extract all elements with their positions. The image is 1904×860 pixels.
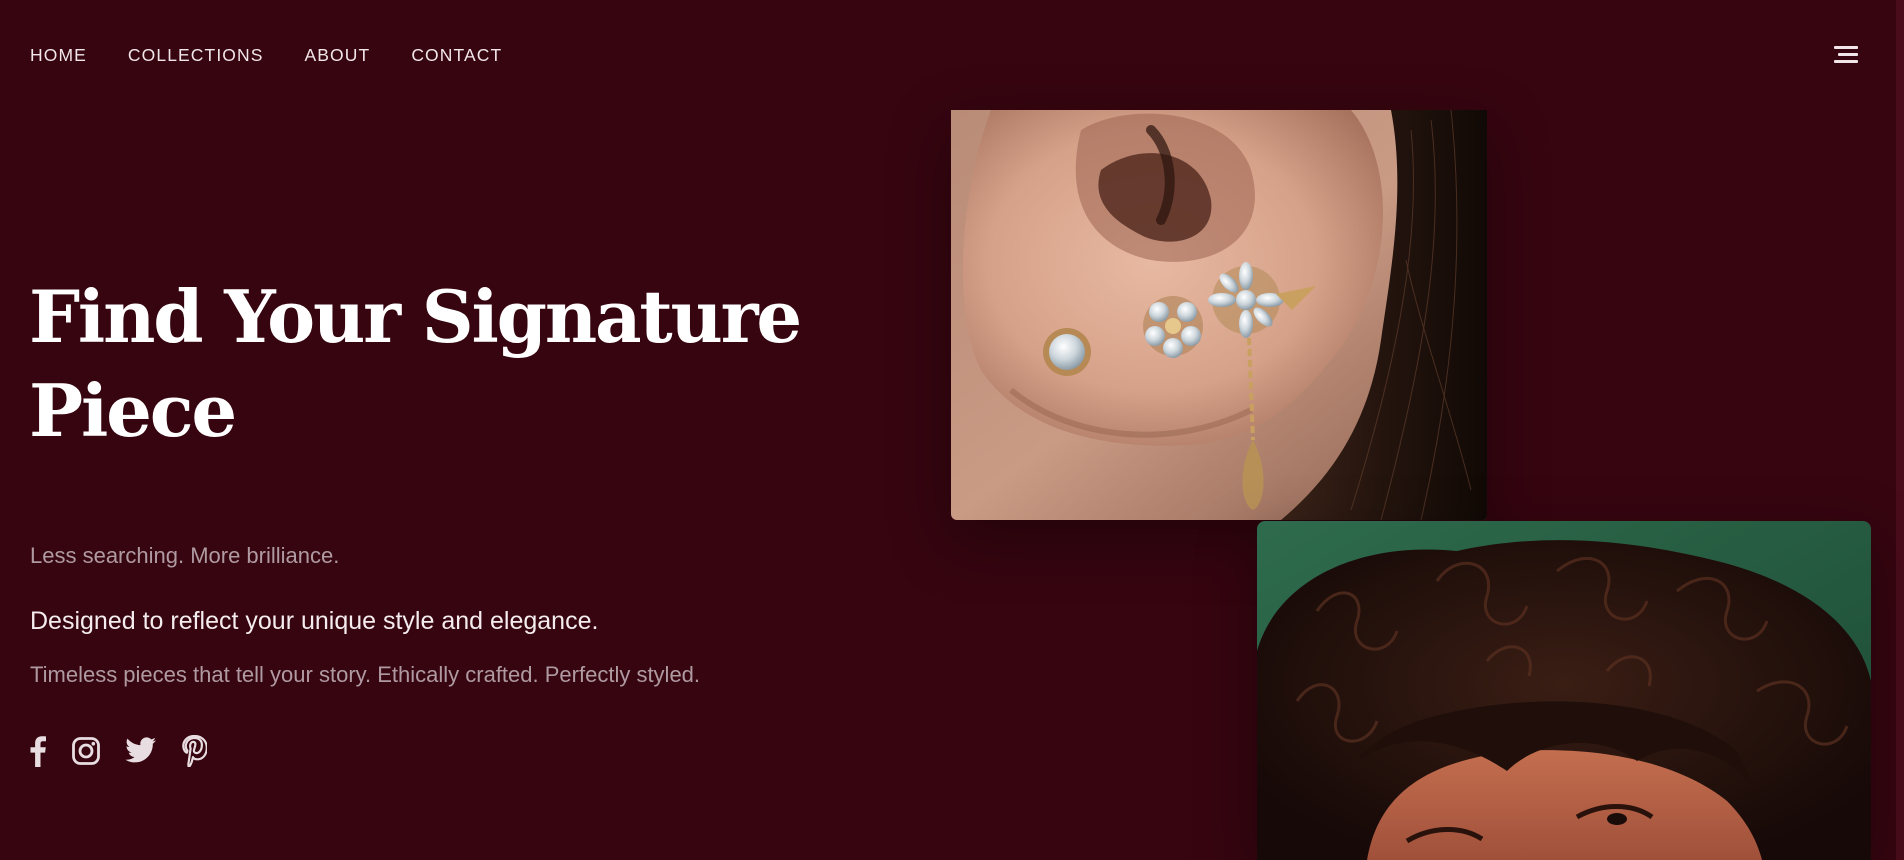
- hero-headline: Find Your Signature Piece: [29, 270, 809, 458]
- pinterest-icon[interactable]: [181, 734, 208, 769]
- social-links: [29, 734, 231, 769]
- facebook-icon[interactable]: [29, 735, 47, 767]
- hero-headline-line-2: Piece: [29, 368, 237, 453]
- nav-link-home[interactable]: HOME: [30, 42, 87, 68]
- earring-photo: [951, 110, 1487, 520]
- page-scrollbar[interactable]: [1896, 0, 1904, 860]
- portrait-photo: [1257, 521, 1871, 860]
- hero-description: Timeless pieces that tell your story. Et…: [30, 662, 701, 687]
- hamburger-menu-icon[interactable]: [1832, 45, 1858, 67]
- nav-link-contact[interactable]: CONTACT: [411, 42, 502, 68]
- hero-headline-line-1: Find Your Signature: [29, 274, 802, 359]
- instagram-icon[interactable]: [71, 736, 101, 766]
- hero-tagline: Less searching. More brilliance.: [30, 543, 340, 568]
- main-navigation: HOME COLLECTIONS ABOUT CONTACT: [30, 42, 502, 68]
- nav-link-about[interactable]: ABOUT: [305, 42, 371, 68]
- hero-subheading: Designed to reflect your unique style an…: [30, 607, 599, 635]
- twitter-icon[interactable]: [125, 737, 157, 765]
- nav-link-collections[interactable]: COLLECTIONS: [128, 42, 264, 68]
